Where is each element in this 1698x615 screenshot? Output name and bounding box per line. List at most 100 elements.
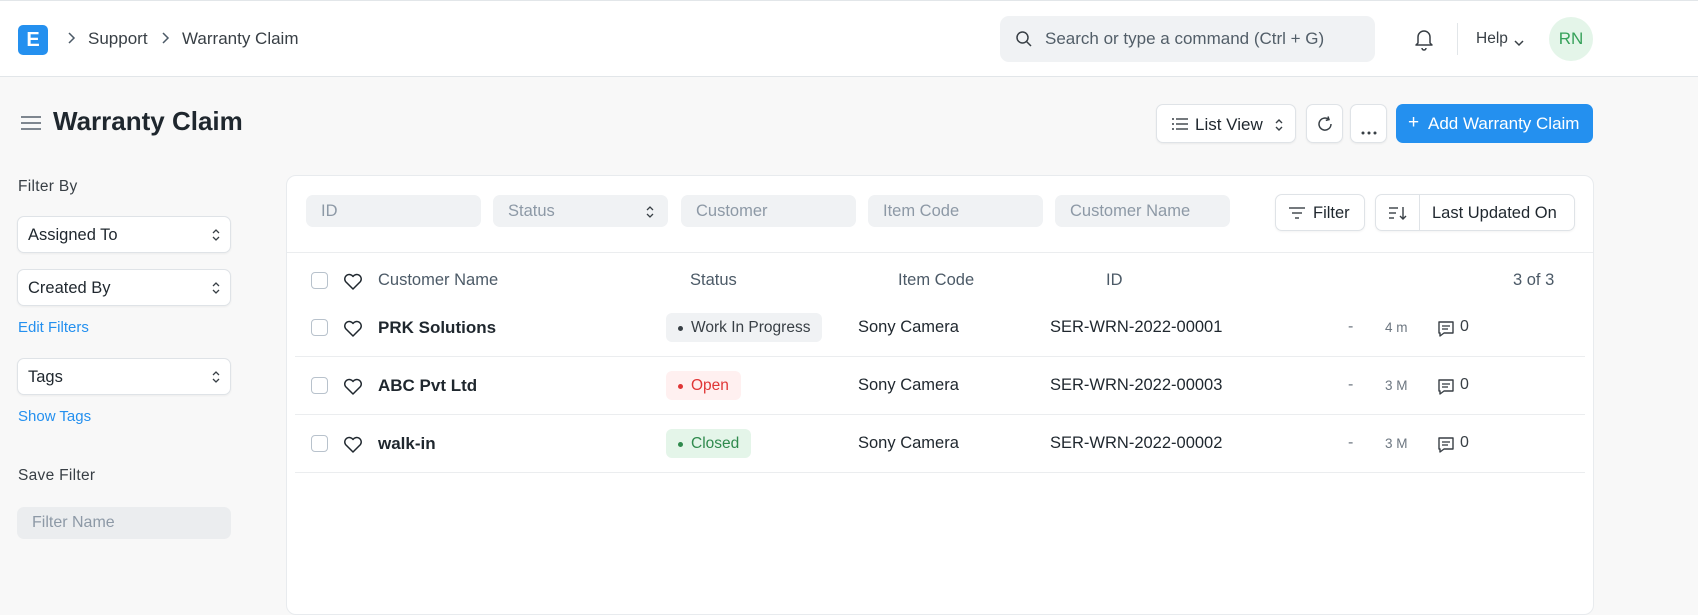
heart-icon[interactable] [343,273,363,296]
notification-bell-icon[interactable] [1413,27,1435,56]
select-arrows-icon [212,370,220,389]
record-count: 3 of 3 [1513,271,1555,289]
filter-by-heading: Filter By [18,178,78,195]
column-header-customer-name[interactable]: Customer Name [378,271,498,290]
assigned-cell: - [1348,318,1354,335]
filter-button[interactable]: Filter [1275,194,1365,231]
card-divider [287,252,1593,253]
chevron-down-icon [1513,35,1525,53]
id-filter-placeholder: ID [321,202,338,220]
item-code-filter-placeholder: Item Code [883,202,960,220]
item-code-cell: Sony Camera [858,318,959,336]
modified-time: 4 m [1385,320,1408,335]
row-checkbox[interactable] [311,435,328,452]
id-cell: SER-WRN-2022-00003 [1050,376,1223,394]
column-header-item-code[interactable]: Item Code [898,271,974,290]
select-arrows-icon [212,228,220,247]
search-bar[interactable]: Search or type a command (Ctrl + G) [1000,16,1375,62]
list-view-label: List View [1195,115,1263,134]
customer-filter-placeholder: Customer [696,202,768,220]
search-icon [1015,30,1033,53]
item-code-filter-input[interactable]: Item Code [868,195,1043,227]
heart-icon[interactable] [343,436,363,459]
item-code-cell: Sony Camera [858,434,959,452]
modified-time: 3 M [1385,378,1408,393]
filter-name-field [17,507,231,539]
list-view-button[interactable]: List View [1156,104,1296,143]
tags-label: Tags [28,368,63,386]
show-tags-link[interactable]: Show Tags [18,408,91,425]
comment-icon[interactable] [1437,378,1455,401]
comment-count: 0 [1460,434,1469,451]
refresh-icon [1316,115,1334,138]
filter-name-input[interactable] [17,507,231,539]
status-filter-placeholder: Status [508,202,555,220]
filter-icon [1288,206,1306,225]
id-filter-input[interactable]: ID [306,195,481,227]
comment-icon[interactable] [1437,436,1455,459]
chevron-right-icon [160,28,172,53]
list-card: ID Status Customer Item Code Customer Na… [286,175,1594,615]
table-row[interactable]: PRK Solutions Work In Progress Sony Came… [295,299,1585,357]
assigned-to-label: Assigned To [28,226,118,244]
breadcrumb-support[interactable]: Support [88,29,148,49]
navbar: E Support Warranty Claim Search or type … [0,0,1698,77]
search-placeholder: Search or type a command (Ctrl + G) [1045,29,1325,48]
assigned-to-select[interactable]: Assigned To [17,216,231,253]
plus-icon: + [1408,112,1420,133]
assigned-cell: - [1348,434,1354,451]
heart-icon[interactable] [343,320,363,343]
row-checkbox[interactable] [311,319,328,336]
id-cell: SER-WRN-2022-00001 [1050,318,1223,336]
modified-time: 3 M [1385,436,1408,451]
chevron-right-icon [66,28,78,53]
customer-name-link[interactable]: ABC Pvt Ltd [378,376,477,396]
filter-label: Filter [1313,204,1350,222]
item-code-cell: Sony Camera [858,376,959,394]
customer-name-filter-placeholder: Customer Name [1070,202,1191,220]
sidebar-toggle-icon[interactable] [20,114,42,137]
assigned-cell: - [1348,376,1354,393]
comment-count: 0 [1460,376,1469,393]
more-actions-button[interactable] [1350,104,1387,143]
refresh-button[interactable] [1306,104,1343,143]
edit-filters-link[interactable]: Edit Filters [18,319,89,336]
sort-field-label[interactable]: Last Updated On [1432,204,1557,223]
select-arrows-icon [1274,117,1284,138]
more-icon [1361,122,1377,140]
customer-name-filter-input[interactable]: Customer Name [1055,195,1230,227]
select-arrows-icon [646,205,654,224]
page-title: Warranty Claim [53,106,243,136]
comment-count: 0 [1460,318,1469,335]
created-by-select[interactable]: Created By [17,269,231,306]
customer-name-link[interactable]: PRK Solutions [378,318,496,338]
breadcrumb-warranty-claim[interactable]: Warranty Claim [182,29,299,49]
sort-direction-icon[interactable] [1388,205,1408,226]
app-logo[interactable]: E [18,25,48,55]
tags-select[interactable]: Tags [17,358,231,395]
status-filter-select[interactable]: Status [493,195,668,227]
help-dropdown[interactable]: Help [1476,30,1508,48]
column-header-status[interactable]: Status [690,271,737,290]
table-row[interactable]: ABC Pvt Ltd Open Sony Camera SER-WRN-202… [295,357,1585,415]
select-all-checkbox[interactable] [311,272,328,289]
customer-name-link[interactable]: walk-in [378,434,436,454]
status-badge: Work In Progress [666,313,823,342]
id-cell: SER-WRN-2022-00002 [1050,434,1223,452]
heart-icon[interactable] [343,378,363,401]
select-arrows-icon [212,281,220,300]
navbar-divider [1457,23,1458,55]
add-button-label: Add Warranty Claim [1428,114,1580,133]
row-checkbox[interactable] [311,377,328,394]
status-badge: Open [666,371,741,400]
save-filter-heading: Save Filter [18,467,96,484]
sort-divider [1419,195,1420,230]
column-header-id[interactable]: ID [1106,271,1123,290]
comment-icon[interactable] [1437,320,1455,343]
table-row[interactable]: walk-in Closed Sony Camera SER-WRN-2022-… [295,415,1585,473]
sort-control[interactable]: Last Updated On [1375,194,1575,231]
created-by-label: Created By [28,279,111,297]
user-avatar[interactable]: RN [1549,17,1593,61]
add-warranty-claim-button[interactable]: + Add Warranty Claim [1396,104,1593,143]
customer-filter-input[interactable]: Customer [681,195,856,227]
